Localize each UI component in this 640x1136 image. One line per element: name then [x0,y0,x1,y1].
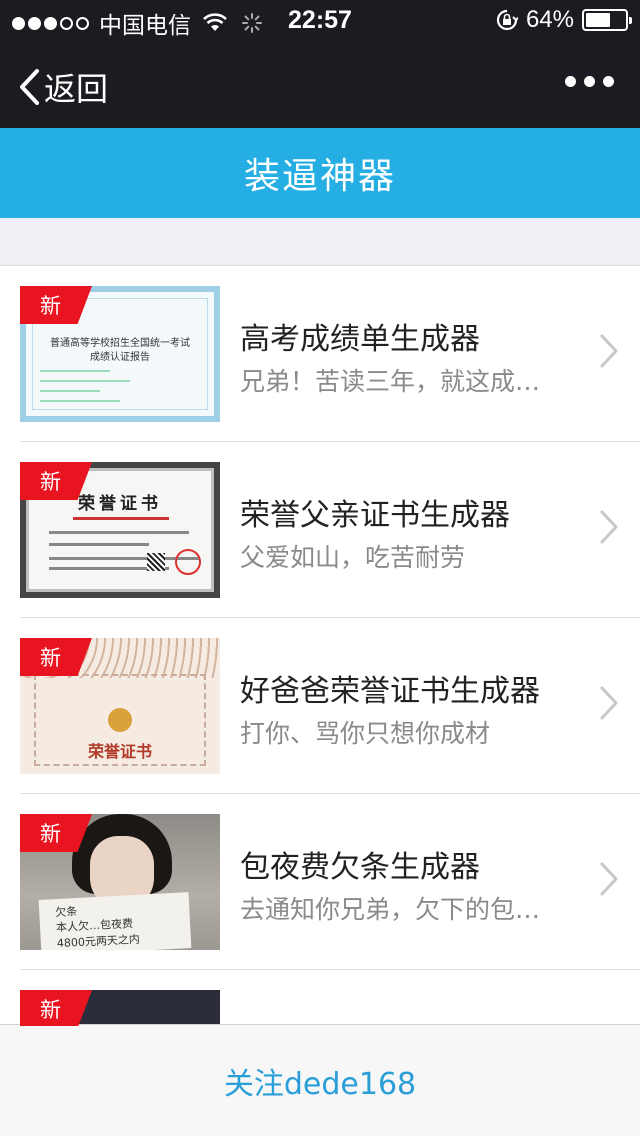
page-title: 装逼神器 [243,156,396,197]
generator-list: 普通高等学校招生全国统一考试 成绩认证报告 新 高考成绩单生成器 兄弟！苦读三年… [0,266,640,1026]
item-description: 兄弟！苦读三年，就这成… [240,367,541,396]
more-options-icon[interactable] [565,76,614,87]
item-title: 高考成绩单生成器 [240,322,480,357]
list-item[interactable]: 荣誉证书 新 荣誉父亲证书生成器 父爱如山，吃苦耐劳 [0,442,640,618]
item-description: 父爱如山，吃苦耐劳 [240,543,466,572]
thumbnail-caption: 欠条 本人欠…包夜费 4800元两天之内 [38,892,192,950]
chevron-right-icon [600,334,618,368]
rotation-lock-icon [496,9,518,31]
back-label: 返回 [44,70,109,108]
item-title: 包夜费欠条生成器 [240,850,480,885]
thumbnail-caption: 成绩认证报告 [90,352,150,363]
list-item[interactable]: 普通高等学校招生全国统一考试 成绩认证报告 新 高考成绩单生成器 兄弟！苦读三年… [0,266,640,442]
battery-icon [582,9,632,31]
nav-bar: 返回 [0,40,640,128]
item-title: 荣誉父亲证书生成器 [240,498,510,533]
item-description: 去通知你兄弟，欠下的包… [240,895,541,924]
list-item[interactable]: 欠条 本人欠…包夜费 4800元两天之内 新 包夜费欠条生成器 去通知你兄弟，欠… [0,794,640,970]
thumbnail-caption: 普通高等学校招生全国统一考试 [50,338,190,349]
title-banner: 装逼神器 [0,128,640,218]
chevron-right-icon [600,686,618,720]
follow-label: 关注dede168 [223,1066,417,1102]
chevron-right-icon [600,862,618,896]
list-item[interactable]: 新 [0,970,640,1026]
thumbnail-caption: 荣誉证书 [87,742,152,761]
list-item[interactable]: 荣誉证书 新 好爸爸荣誉证书生成器 打你、骂你只想你成材 [0,618,640,794]
status-bar: 中国电信 22:57 64% [0,0,640,40]
follow-button[interactable]: 关注dede168 [0,1024,640,1136]
battery-percent: 64% [525,6,574,33]
chevron-right-icon [600,510,618,544]
item-title: 好爸爸荣誉证书生成器 [240,674,540,709]
spacer [0,218,640,266]
back-button[interactable]: 返回 [18,64,108,110]
item-description: 打你、骂你只想你成材 [240,719,491,748]
chevron-left-icon [20,69,39,105]
